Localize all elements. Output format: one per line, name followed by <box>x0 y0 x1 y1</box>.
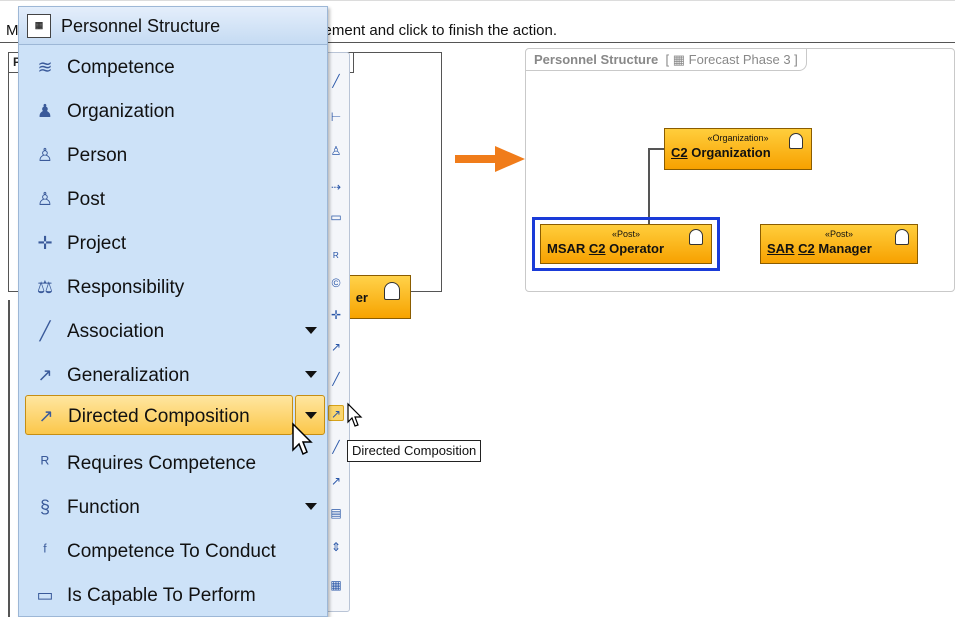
flow-icon[interactable]: ⇢ <box>328 179 344 195</box>
palette-item-is-capable-to-perform[interactable]: ▭ Is Capable To Perform <box>25 575 323 615</box>
mouse-cursor-icon <box>347 402 363 427</box>
conduct-icon: ᶠ <box>42 541 48 561</box>
people-icon: ♟ <box>36 101 54 121</box>
chevron-down-icon <box>305 412 317 419</box>
palette-item-directed-composition[interactable]: ↗ Directed Composition <box>25 395 293 435</box>
left-node-label: er <box>355 290 368 305</box>
palette-item-requires-competence[interactable]: ᴿ Requires Competence <box>25 443 323 483</box>
generalization-icon[interactable]: ↗ <box>328 339 344 355</box>
composition-icon: ↗ <box>38 406 54 426</box>
people-icon <box>789 133 803 149</box>
right-diagram-tab: Personnel Structure [ ▦ Forecast Phase 3… <box>526 49 807 71</box>
palette-item-organization[interactable]: ♟ Organization <box>25 91 323 131</box>
scale-icon: ⚖ <box>36 277 54 297</box>
person-icon <box>384 282 400 300</box>
palette-item-association[interactable]: ╱ Association <box>25 311 323 351</box>
palette-item-competence-to-conduct[interactable]: ᶠ Competence To Conduct <box>25 531 323 571</box>
msar-operator-node[interactable]: «Post» MSAR C2 Operator <box>540 224 712 264</box>
generalization-icon: ↗ <box>37 365 53 385</box>
port-icon[interactable]: ⊢ <box>328 109 344 125</box>
composition-connector[interactable] <box>648 148 664 228</box>
palette-item-generalization[interactable]: ↗ Generalization <box>25 355 323 395</box>
note-icon[interactable]: ▭ <box>328 209 344 225</box>
chevron-down-icon[interactable] <box>305 503 317 510</box>
palette-item-post[interactable]: ♙ Post <box>25 179 323 219</box>
table-icon[interactable]: ▤ <box>328 505 344 521</box>
person-icon <box>689 229 703 245</box>
palette-menu[interactable]: ▦ Personnel Structure ≋ Competence ♟ Org… <box>18 6 328 617</box>
line-icon[interactable]: ╱ <box>328 371 344 387</box>
generalization-icon[interactable]: ↗ <box>328 473 344 489</box>
palette-item-competence[interactable]: ≋ Competence <box>25 47 323 87</box>
palette-title: Personnel Structure <box>61 16 221 36</box>
line-icon[interactable]: ╱ <box>328 439 344 455</box>
line-icon: ╱ <box>39 321 51 341</box>
project-icon[interactable]: ✛ <box>328 307 344 323</box>
diagram-icon: ▦ <box>27 14 51 38</box>
palette-item-function[interactable]: § Function <box>25 487 323 527</box>
orange-arrow-icon <box>455 146 525 172</box>
sar-manager-node[interactable]: «Post» SAR C2 Manager <box>760 224 918 264</box>
chevron-down-icon[interactable] <box>305 327 317 334</box>
diagram-icon: ▦ <box>672 52 686 67</box>
expand-icon[interactable]: ⇕ <box>328 539 344 555</box>
top-border <box>0 0 955 1</box>
layers-icon: ≋ <box>37 57 53 77</box>
project-icon: ✛ <box>37 233 53 253</box>
palette-item-person[interactable]: ♙ Person <box>25 135 323 175</box>
person-icon[interactable]: ♙ <box>328 143 344 159</box>
person-icon <box>895 229 909 245</box>
function-icon: § <box>39 497 50 517</box>
line-icon[interactable]: ╱ <box>328 73 344 89</box>
requires-icon[interactable]: ᴿ <box>328 249 344 265</box>
chevron-down-icon[interactable] <box>305 371 317 378</box>
diagram-icon[interactable]: ▦ <box>328 577 344 593</box>
requires-icon: ᴿ <box>40 453 50 473</box>
capable-icon: ▭ <box>36 585 54 605</box>
person-icon: ♙ <box>36 145 54 165</box>
palette-item-project[interactable]: ✛ Project <box>25 223 323 263</box>
mouse-cursor-icon <box>292 422 313 456</box>
organization-node[interactable]: «Organization» C2 Organization <box>664 128 812 170</box>
palette-header: ▦ Personnel Structure <box>19 7 327 45</box>
copyright-icon[interactable]: © <box>328 275 344 291</box>
tooltip: Directed Composition <box>347 440 482 462</box>
palette-item-responsibility[interactable]: ⚖ Responsibility <box>25 267 323 307</box>
composition-icon[interactable]: ↗ <box>328 405 344 421</box>
left-border <box>8 300 10 617</box>
person-icon: ♙ <box>36 189 54 209</box>
